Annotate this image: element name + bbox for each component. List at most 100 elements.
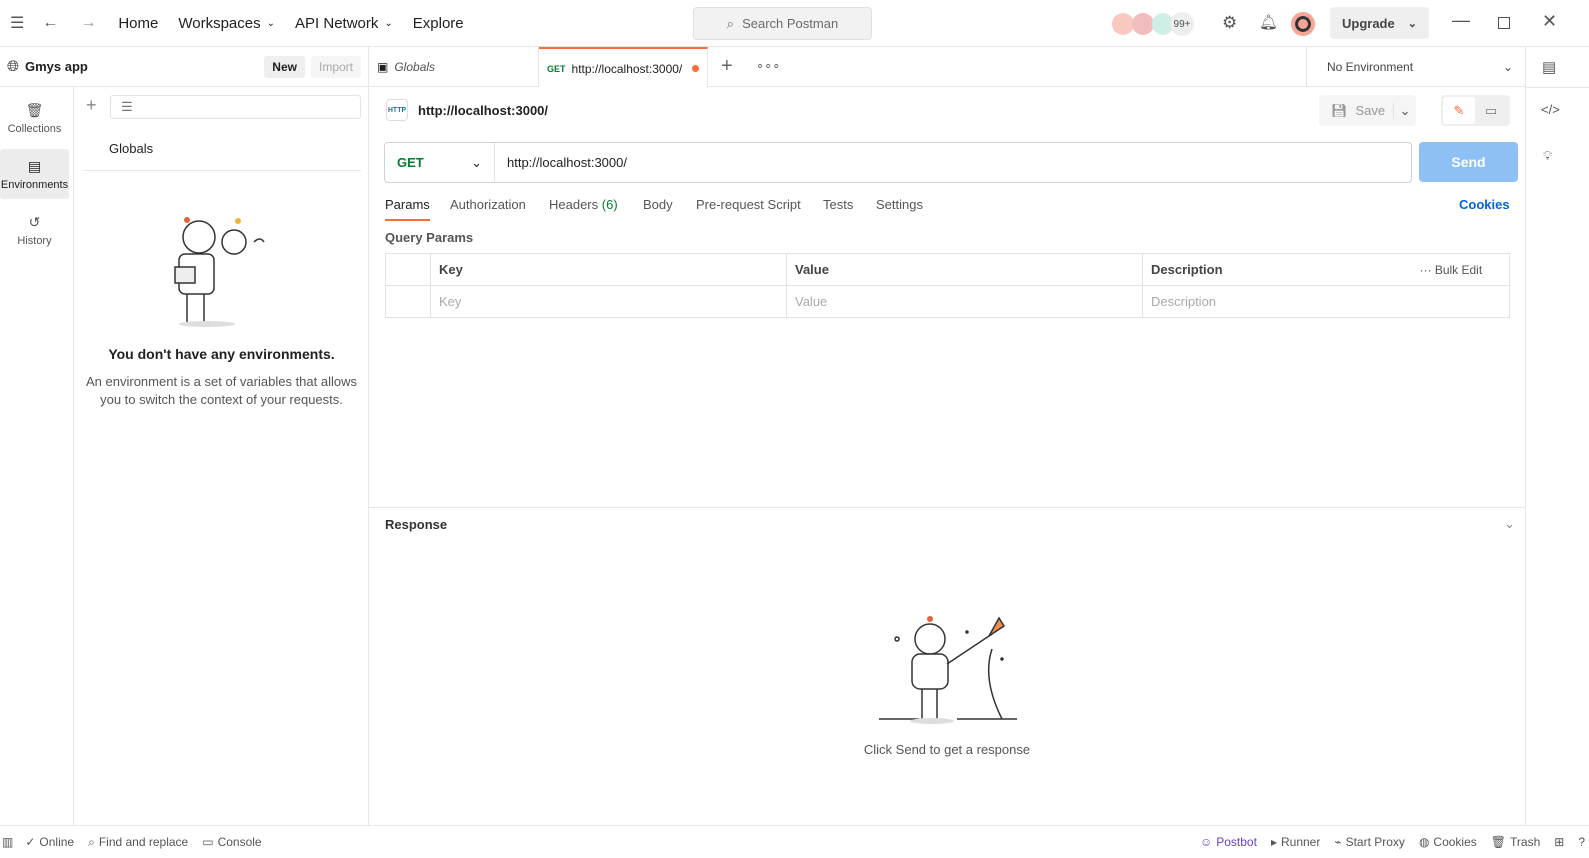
cookies-button[interactable]: ◍ Cookies xyxy=(1419,835,1477,849)
bulk-edit-label: Bulk Edit xyxy=(1434,262,1483,277)
tab-body[interactable]: Body xyxy=(643,197,673,212)
value-input[interactable]: Value xyxy=(786,285,1143,318)
divider xyxy=(1526,87,1589,88)
restore-icon[interactable] xyxy=(1498,17,1510,29)
minimize-icon[interactable]: — xyxy=(1452,10,1470,31)
tab-settings[interactable]: Settings xyxy=(876,197,923,212)
nav-label: Home xyxy=(118,14,159,32)
description-input[interactable]: Description xyxy=(1142,285,1510,318)
upgrade-button[interactable]: Upgrade ⌄ xyxy=(1330,7,1429,39)
headers-count: (6) xyxy=(601,197,618,212)
status-label: Find and replace xyxy=(98,835,189,849)
code-icon[interactable]: </> xyxy=(1541,102,1560,117)
menu-icon[interactable]: ☰ xyxy=(10,13,24,33)
request-header: HTTP http://localhost:3000/ xyxy=(386,99,548,121)
filter-input[interactable]: ☰ xyxy=(110,95,361,119)
tab-pre-request-script[interactable]: Pre-request Script xyxy=(696,197,801,212)
globals-label: Globals xyxy=(109,141,154,156)
more-icon: ··· xyxy=(1419,262,1435,277)
status-label: Cookies xyxy=(1433,835,1477,849)
send-button[interactable]: Send xyxy=(1419,142,1518,182)
upgrade-label: Upgrade xyxy=(1342,15,1395,31)
tab-tests[interactable]: Tests xyxy=(823,197,853,212)
table-row: Key Value Description xyxy=(385,285,1510,318)
search-input[interactable]: ⌕ Search Postman xyxy=(693,7,872,40)
tab-params[interactable]: Params xyxy=(385,197,430,221)
toggle-sidebar-icon[interactable]: ▥ xyxy=(2,835,13,849)
close-icon[interactable]: ✕ xyxy=(1542,11,1557,32)
rail-environments[interactable]: ▤ Environments xyxy=(0,149,69,199)
save-button[interactable]: 💾︎ Save ⌄ xyxy=(1319,95,1416,126)
checkbox-cell xyxy=(385,285,431,318)
status-bar: ▥ ✓ Online ⌕ Find and replace ▭ Console ☺ Po… xyxy=(0,825,1589,858)
tab-headers[interactable]: Headers (6) xyxy=(549,197,618,212)
chevron-down-icon[interactable]: ⌄ xyxy=(1393,102,1416,119)
nav-home[interactable]: Home xyxy=(118,15,158,32)
column-key: Key xyxy=(430,253,787,286)
http-icon: HTTP xyxy=(386,99,408,121)
url-bar: GET ⌄ http://localhost:3000/ xyxy=(384,142,1412,183)
trash-button[interactable]: 🗑︎ Trash xyxy=(1491,835,1540,849)
key-input[interactable]: Key xyxy=(430,285,787,318)
chevron-down-icon[interactable]: ⌄ xyxy=(1504,516,1515,532)
status-label: Runner xyxy=(1280,835,1321,849)
method-badge: GET xyxy=(547,63,566,74)
help-icon[interactable]: ? xyxy=(1578,835,1585,849)
send-label: Send xyxy=(1451,154,1486,170)
save-icon: 💾︎ xyxy=(1331,102,1348,118)
search-placeholder: Search Postman xyxy=(742,16,839,31)
user-avatar[interactable] xyxy=(1291,12,1315,36)
more-tabs-icon[interactable]: ∘∘∘ xyxy=(756,58,780,74)
request-title: http://localhost:3000/ xyxy=(418,102,549,118)
rail-collections[interactable]: 🗑︎ Collections xyxy=(0,93,69,143)
forward-icon[interactable]: → xyxy=(80,14,96,32)
avatars[interactable]: 99+ xyxy=(1112,12,1194,36)
new-tab-icon[interactable]: + xyxy=(721,55,733,78)
left-rail: 🗑︎ Collections ▤ Environments ↺ History xyxy=(0,87,74,825)
empty-title: You don't have any environments. xyxy=(108,346,335,362)
new-button[interactable]: New xyxy=(264,55,305,78)
status-online[interactable]: ✓ Online xyxy=(25,835,74,849)
console-button[interactable]: ▭ Console xyxy=(202,835,261,849)
workspace-header: 🌐︎ Gmys app New Import xyxy=(0,47,369,87)
add-icon[interactable]: + xyxy=(86,95,97,116)
environment-label: No Environment xyxy=(1327,60,1414,74)
start-proxy-button[interactable]: ⌁ Start Proxy xyxy=(1334,835,1405,849)
nav-api-network[interactable]: API Network ⌄ xyxy=(295,15,393,32)
search-icon: ⌕ xyxy=(726,15,735,31)
globals-item[interactable]: Globals xyxy=(84,131,361,171)
tab-globals[interactable]: ▣ Globals xyxy=(369,47,539,87)
environments-icon: ▤ xyxy=(27,157,42,174)
filter-icon: ☰ xyxy=(121,99,133,114)
settings-icon[interactable]: ⚙ xyxy=(1222,13,1237,33)
bulk-edit-button[interactable]: ··· Bulk Edit xyxy=(1411,253,1510,286)
environment-select[interactable]: No Environment ⌄ xyxy=(1306,47,1525,87)
postbot-icon: ☺ xyxy=(1199,835,1213,849)
environment-quick-look-icon[interactable]: ▤ xyxy=(1542,58,1556,76)
tab-authorization[interactable]: Authorization xyxy=(450,197,526,212)
layout-icon[interactable]: ⊞ xyxy=(1554,835,1564,849)
method-select[interactable]: GET ⌄ xyxy=(385,143,495,182)
back-icon[interactable]: ← xyxy=(42,14,58,32)
nav-explore[interactable]: Explore xyxy=(413,15,464,32)
bell-icon[interactable]: 🔔︎ xyxy=(1259,13,1278,31)
avatar-count: 99+ xyxy=(1170,12,1194,36)
query-params-label: Query Params xyxy=(385,230,474,245)
rail-history[interactable]: ↺ History xyxy=(0,205,69,255)
lightbulb-icon[interactable]: 💡︎ xyxy=(1543,148,1552,164)
import-button[interactable]: Import xyxy=(310,55,361,78)
runner-button[interactable]: ▸ Runner xyxy=(1271,835,1320,849)
tab-label: Headers xyxy=(549,197,599,212)
view-toggle: ✎ ▭ xyxy=(1441,95,1510,126)
astronaut-rocket-illustration xyxy=(879,616,1017,724)
check-circle-icon: ✓ xyxy=(25,835,36,849)
url-input[interactable]: http://localhost:3000/ xyxy=(495,155,1411,170)
history-icon: ↺ xyxy=(28,213,41,230)
cookies-link[interactable]: Cookies xyxy=(1459,197,1510,212)
find-replace-button[interactable]: ⌕ Find and replace xyxy=(88,835,188,850)
nav-workspaces[interactable]: Workspaces ⌄ xyxy=(178,15,275,32)
tab-request[interactable]: GET http://localhost:3000/ xyxy=(539,47,708,88)
postbot-button[interactable]: ☺ Postbot xyxy=(1200,835,1257,849)
edit-icon[interactable]: ✎ xyxy=(1443,97,1475,124)
comments-icon[interactable]: ▭ xyxy=(1475,97,1507,124)
